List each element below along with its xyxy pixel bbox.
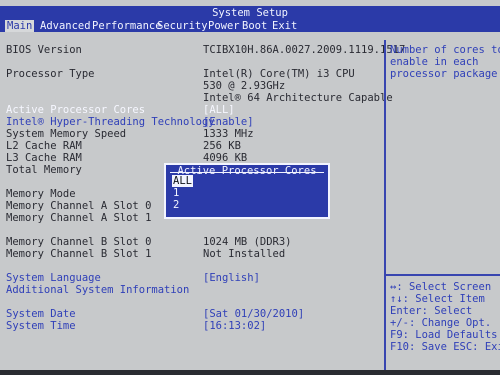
key-help-change-option: +/-: Change Opt. [390, 317, 492, 329]
popup-option-all[interactable]: ALL [172, 175, 193, 187]
memory-speed-label: System Memory Speed [6, 128, 127, 140]
menu-exit[interactable]: Exit [272, 20, 297, 32]
menu-bar: Main Advanced Performance Security Power… [0, 19, 500, 32]
menu-boot[interactable]: Boot [242, 20, 267, 32]
help-text-line1: Number of cores to [390, 44, 500, 56]
l2-cache-value: 256 KB [203, 140, 241, 152]
l3-cache-label: L3 Cache RAM [6, 152, 82, 164]
additional-info-link[interactable]: Additional System Information [6, 284, 189, 296]
memory-speed-value: 1333 MHz [203, 128, 254, 140]
system-time-label[interactable]: System Time [6, 320, 76, 332]
bios-version-label: BIOS Version [6, 44, 82, 56]
channel-a-slot1-label: Memory Channel A Slot 1 [6, 212, 152, 224]
channel-a-slot0-label: Memory Channel A Slot 0 [6, 200, 152, 212]
menu-power[interactable]: Power [208, 20, 240, 32]
popup-option-1[interactable]: 1 [173, 187, 179, 199]
l2-cache-label: L2 Cache RAM [6, 140, 82, 152]
processor-type-line1: Intel(R) Core(TM) i3 CPU [203, 68, 355, 80]
active-cores-label[interactable]: Active Processor Cores [6, 104, 145, 116]
hyperthreading-label[interactable]: Intel® Hyper-Threading Technology [6, 116, 215, 128]
menu-security[interactable]: Security [157, 20, 208, 32]
help-divider [386, 274, 500, 276]
key-help-save-exit: F10: Save ESC: Exit [390, 341, 500, 353]
popup-option-2[interactable]: 2 [173, 199, 179, 211]
menu-main[interactable]: Main [5, 20, 35, 32]
hyperthreading-value[interactable]: [Enable] [203, 116, 254, 128]
popup-title-rule [170, 172, 324, 173]
processor-type-line2: 530 @ 2.93GHz [203, 80, 286, 92]
active-cores-popup: Active Processor Cores ALL 1 2 [164, 163, 330, 219]
window-title: System Setup [212, 7, 288, 19]
key-help-load-defaults: F9: Load Defaults [390, 329, 498, 341]
system-time-value[interactable]: [16:13:02] [203, 320, 266, 332]
key-help-enter: Enter: Select [390, 305, 473, 317]
key-help-select-screen: ↔: Select Screen [390, 281, 492, 293]
title-bar: System Setup [0, 6, 500, 19]
total-memory-label: Total Memory [6, 164, 82, 176]
system-language-value[interactable]: [English] [203, 272, 260, 284]
panel-divider [384, 40, 386, 370]
help-text-line2: enable in each [390, 56, 479, 68]
bios-version-value: TCIBX10H.86A.0027.2009.1119.1517 [203, 44, 406, 56]
channel-b-slot0-value: 1024 MB (DDR3) [203, 236, 292, 248]
system-date-value[interactable]: [Sat 01/30/2010] [203, 308, 304, 320]
processor-type-label: Processor Type [6, 68, 95, 80]
monitor-bezel [0, 370, 500, 375]
channel-b-slot1-label: Memory Channel B Slot 1 [6, 248, 152, 260]
key-help-select-item: ↑↓: Select Item [390, 293, 485, 305]
system-date-label[interactable]: System Date [6, 308, 76, 320]
menu-advanced[interactable]: Advanced [40, 20, 91, 32]
memory-mode-label: Memory Mode [6, 188, 76, 200]
menu-performance[interactable]: Performance [92, 20, 162, 32]
processor-type-line3: Intel® 64 Architecture Capable [203, 92, 393, 104]
channel-b-slot0-label: Memory Channel B Slot 0 [6, 236, 152, 248]
channel-b-slot1-value: Not Installed [203, 248, 286, 260]
bios-screen: System Setup Main Advanced Performance S… [0, 0, 500, 375]
help-text-line3: processor package [390, 68, 498, 80]
active-cores-value[interactable]: [ALL] [203, 104, 235, 116]
system-language-label[interactable]: System Language [6, 272, 101, 284]
